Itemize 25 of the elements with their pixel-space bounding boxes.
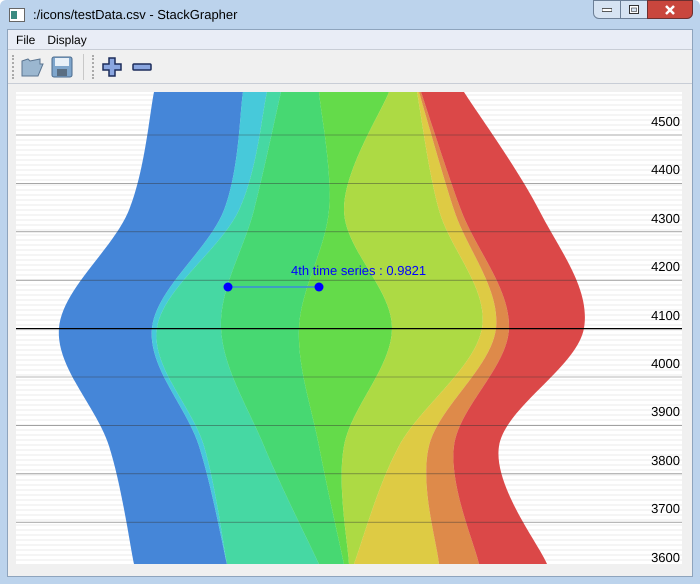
minus-icon (132, 62, 152, 70)
axis-label: 3800 (651, 452, 680, 470)
tooltip-text: 4th time series : 0.9821 (291, 262, 426, 280)
menu-item[interactable]: Display (43, 30, 91, 48)
axis-label: 3600 (651, 550, 680, 564)
plus-icon (102, 56, 122, 76)
axis-label: 4300 (651, 210, 680, 228)
maximize-icon (629, 5, 639, 14)
maximize-button[interactable] (621, 0, 647, 19)
folder-icon (20, 56, 44, 78)
save-button[interactable] (49, 54, 75, 80)
axis-label: 3700 (651, 501, 680, 518)
close-icon (664, 4, 676, 14)
axis-label: 4400 (651, 162, 680, 180)
window-title: :/icons/testData.csv - StackGrapher (33, 6, 238, 24)
axis-label: 4200 (651, 259, 680, 276)
axis-label: 4100 (651, 308, 680, 325)
axis-label: 4000 (651, 356, 680, 373)
minimize-icon (602, 8, 612, 12)
minimize-button[interactable] (593, 0, 621, 19)
close-button[interactable] (647, 0, 693, 19)
app-icon (9, 8, 25, 22)
axis-label: 3900 (651, 404, 680, 422)
axis-label: 4500 (651, 114, 680, 131)
menu-item[interactable]: File (12, 30, 40, 48)
